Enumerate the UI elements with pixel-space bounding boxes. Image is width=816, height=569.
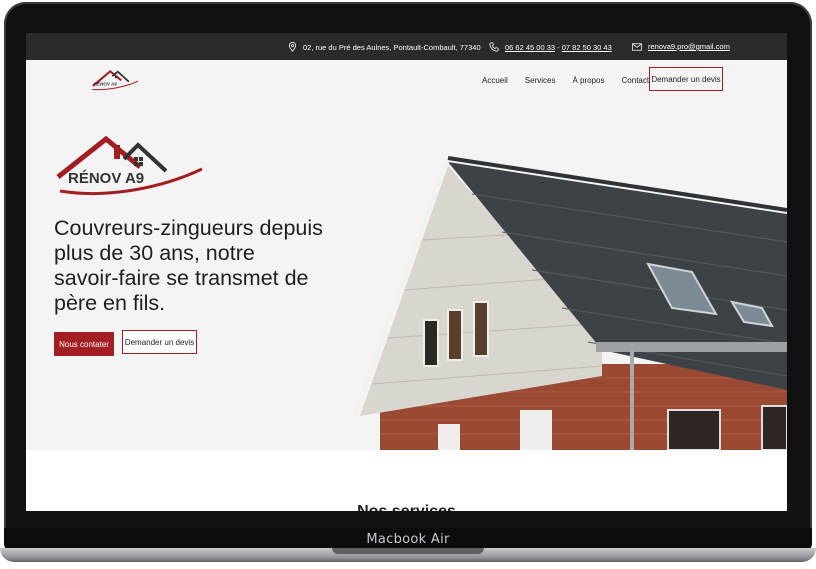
contact-topbar: 02, rue du Pré des Aulnes, Pontault-Comb…: [26, 33, 787, 60]
address-text: 02, rue du Pré des Aulnes, Pontault-Comb…: [303, 42, 481, 52]
hero-logo: RÉNOV A9: [56, 135, 203, 196]
location-pin-icon: [288, 42, 297, 52]
laptop-notch: [332, 548, 484, 554]
hero-section: RÉNOV A9 Accueil Services À propos Conta…: [26, 60, 787, 450]
email-info: renova9.pro@gmail.com: [632, 42, 730, 51]
nav-item-a-propos[interactable]: À propos: [572, 76, 604, 85]
phone-icon: [489, 42, 499, 52]
website-screen: 02, rue du Pré des Aulnes, Pontault-Comb…: [26, 33, 787, 511]
hero-logo-wordmark: RÉNOV A9: [68, 170, 144, 187]
address-info: 02, rue du Pré des Aulnes, Pontault-Comb…: [288, 42, 481, 52]
device-label: Macbook Air: [366, 532, 450, 547]
nav-item-contact[interactable]: Contact: [622, 76, 650, 85]
email-link[interactable]: renova9.pro@gmail.com: [648, 42, 730, 51]
phone-link-2[interactable]: 07 82 50 30 43: [562, 43, 612, 52]
envelope-icon: [632, 42, 642, 51]
nav-item-accueil[interactable]: Accueil: [482, 76, 508, 85]
hero-headline: Couvreurs-zingueurs depuis plus de 30 an…: [54, 216, 323, 315]
nav-quote-button[interactable]: Demander un devis: [649, 67, 723, 91]
services-heading: Nos services: [26, 503, 787, 511]
phone-separator: -: [555, 42, 562, 52]
house-photo: [352, 156, 787, 450]
hero-quote-button[interactable]: Demander un devis: [122, 330, 197, 354]
phone-link-1[interactable]: 06 62 45 00 33: [505, 43, 555, 52]
nav-logo[interactable]: RÉNOV A9: [88, 68, 140, 92]
nav-logo-wordmark: RÉNOV A9: [94, 80, 117, 87]
nav-item-services[interactable]: Services: [525, 76, 556, 85]
main-nav: Accueil Services À propos Contact: [482, 76, 666, 85]
contact-us-button[interactable]: Nous contater: [54, 332, 114, 356]
phone-info: 06 62 45 00 33 - 07 82 50 30 43: [489, 42, 612, 52]
